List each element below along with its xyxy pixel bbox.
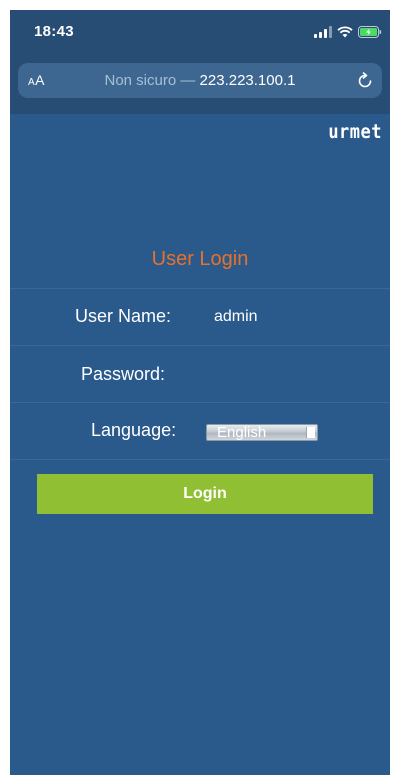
username-field[interactable]: admin [214, 308, 258, 326]
status-bar: 18:43 [10, 10, 390, 54]
status-time: 18:43 [34, 23, 74, 40]
language-select[interactable]: English [206, 424, 318, 441]
battery-charging-icon [358, 26, 382, 38]
username-row: User Name: admin [10, 302, 390, 332]
url-text[interactable]: Non sicuro — 223.223.100.1 [18, 72, 382, 89]
divider [10, 288, 390, 289]
language-label: Language: [91, 420, 177, 440]
url-host: 223.223.100.1 [199, 72, 296, 89]
urmet-logo: urmet [328, 120, 382, 144]
login-button[interactable]: Login [37, 474, 373, 514]
wifi-icon [337, 26, 353, 38]
address-bar[interactable]: AA Non sicuro — 223.223.100.1 [18, 63, 382, 98]
reload-icon[interactable] [354, 70, 376, 92]
divider [10, 459, 390, 460]
password-row: Password: [10, 360, 390, 390]
signal-icon [314, 26, 332, 38]
divider [10, 402, 390, 403]
url-security-label: Non sicuro — [104, 72, 196, 89]
status-icons [314, 24, 382, 40]
divider [10, 345, 390, 346]
password-field[interactable] [210, 364, 364, 388]
language-row: Language: English [10, 416, 390, 446]
language-selected-value: English [217, 424, 267, 441]
username-label: User Name: [75, 306, 172, 326]
browser-chrome: 18:43 AA Non sicuro — 223.223.100.1 [10, 10, 390, 114]
dropdown-arrow-icon [306, 427, 315, 438]
phone-screen: 18:43 AA Non sicuro — 223.223.100.1 urme… [10, 10, 390, 775]
password-label: Password: [81, 364, 166, 384]
login-title: User Login [151, 248, 249, 270]
